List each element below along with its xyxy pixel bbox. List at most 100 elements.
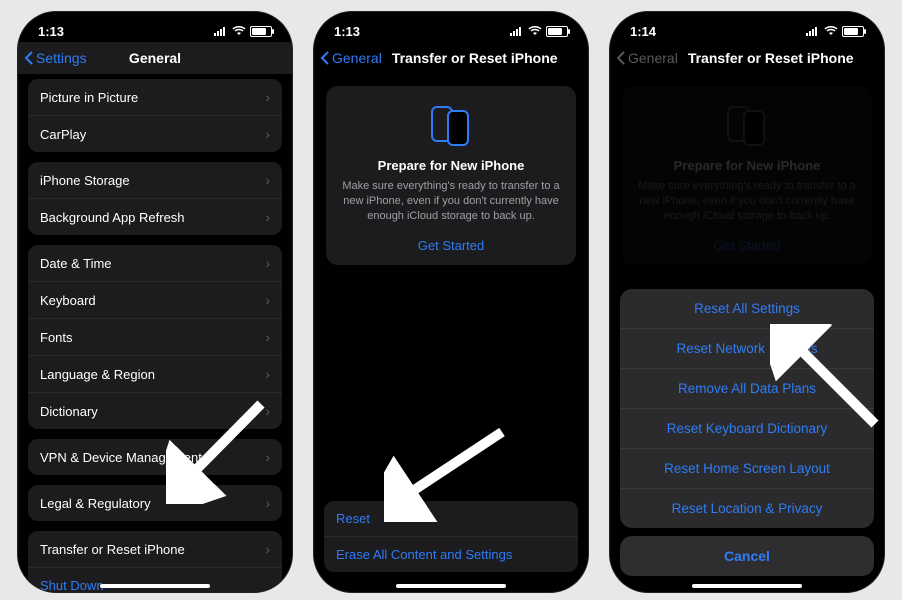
chevron-right-icon: › bbox=[265, 172, 270, 188]
phones-icon bbox=[723, 104, 771, 148]
chevron-right-icon: › bbox=[265, 255, 270, 271]
battery-icon bbox=[546, 26, 568, 37]
signal-icon bbox=[510, 26, 524, 36]
prepare-card: Prepare for New iPhone Make sure everyth… bbox=[622, 86, 872, 265]
row-label: Date & Time bbox=[40, 256, 112, 271]
row-fonts[interactable]: Fonts › bbox=[28, 318, 282, 355]
row-transfer-reset[interactable]: Transfer or Reset iPhone› bbox=[28, 531, 282, 567]
card-text: Make sure everything's ready to transfer… bbox=[340, 179, 562, 224]
back-button[interactable]: Settings bbox=[24, 50, 87, 66]
content: Picture in Picture › CarPlay › iPhone Stor… bbox=[18, 75, 292, 592]
battery-icon bbox=[250, 26, 272, 37]
status-bar: 1:13 bbox=[18, 20, 292, 42]
content: Prepare for New iPhone Make sure everyth… bbox=[610, 74, 884, 592]
content: Prepare for New iPhone Make sure everyth… bbox=[314, 74, 588, 592]
wifi-icon bbox=[528, 26, 542, 36]
row-label: Keyboard bbox=[40, 293, 96, 308]
phones-icon bbox=[427, 104, 475, 148]
row-label: Legal & Regulatory bbox=[40, 496, 151, 511]
status-icons bbox=[214, 26, 272, 37]
signal-icon bbox=[214, 26, 228, 36]
row-background-refresh[interactable]: Background App Refresh › bbox=[28, 198, 282, 235]
screen-general: 1:13 Settings General Picture in Picture… bbox=[18, 12, 292, 592]
back-label: General bbox=[628, 50, 678, 66]
status-bar: 1:14 bbox=[610, 20, 884, 42]
chevron-right-icon: › bbox=[265, 495, 270, 511]
row-legal[interactable]: Legal & Regulatory › bbox=[28, 485, 282, 521]
row-picture-in-picture[interactable]: Picture in Picture › bbox=[28, 79, 282, 115]
chevron-right-icon: › bbox=[265, 541, 270, 557]
settings-group: VPN & Device Management› bbox=[28, 439, 282, 475]
row-dictionary[interactable]: Dictionary› bbox=[28, 392, 282, 429]
chevron-right-icon: › bbox=[265, 126, 270, 142]
sheet-options: Reset All Settings Reset Network Setting… bbox=[620, 289, 874, 528]
action-sheet: Reset All Settings Reset Network Setting… bbox=[620, 289, 874, 576]
signal-icon bbox=[806, 26, 820, 36]
chevron-right-icon: › bbox=[265, 329, 270, 345]
row-label: iPhone Storage bbox=[40, 173, 130, 188]
screen-transfer-reset: 1:13 General Transfer or Reset iPhone Pr… bbox=[314, 12, 588, 592]
back-label: Settings bbox=[36, 50, 87, 66]
status-bar: 1:13 bbox=[314, 20, 588, 42]
cancel-button[interactable]: Cancel bbox=[620, 536, 874, 576]
row-label: Language & Region bbox=[40, 367, 155, 382]
status-time: 1:13 bbox=[334, 24, 360, 39]
row-carplay[interactable]: CarPlay › bbox=[28, 115, 282, 152]
back-label: General bbox=[332, 50, 382, 66]
chevron-right-icon: › bbox=[265, 449, 270, 465]
row-date-time[interactable]: Date & Time › bbox=[28, 245, 282, 281]
row-shut-down[interactable]: Shut Down bbox=[28, 567, 282, 592]
status-time: 1:13 bbox=[38, 24, 64, 39]
back-button[interactable]: General bbox=[320, 50, 382, 66]
settings-group: iPhone Storage › Background App Refresh › bbox=[28, 162, 282, 235]
settings-group: Transfer or Reset iPhone› Shut Down bbox=[28, 531, 282, 592]
chevron-right-icon: › bbox=[265, 366, 270, 382]
nav-bar: Settings General bbox=[18, 42, 292, 75]
nav-title: Transfer or Reset iPhone bbox=[688, 50, 854, 66]
opt-remove-data-plans[interactable]: Remove All Data Plans bbox=[620, 368, 874, 408]
row-label: CarPlay bbox=[40, 127, 86, 142]
row-vpn[interactable]: VPN & Device Management› bbox=[28, 439, 282, 475]
chevron-right-icon: › bbox=[265, 403, 270, 419]
row-label: Background App Refresh bbox=[40, 210, 185, 225]
row-label: Fonts bbox=[40, 330, 73, 345]
row-label: Shut Down bbox=[40, 578, 104, 592]
row-reset[interactable]: Reset bbox=[324, 501, 578, 536]
settings-group: Date & Time› Keyboard› Fonts› Language &… bbox=[28, 245, 282, 429]
bottom-actions: Reset Erase All Content and Settings bbox=[324, 501, 578, 572]
battery-icon bbox=[842, 26, 864, 37]
chevron-left-icon bbox=[24, 51, 34, 65]
nav-bar: General Transfer or Reset iPhone bbox=[610, 42, 884, 74]
row-erase-all[interactable]: Erase All Content and Settings bbox=[324, 536, 578, 572]
opt-reset-home-layout[interactable]: Reset Home Screen Layout bbox=[620, 448, 874, 488]
status-time: 1:14 bbox=[630, 24, 656, 39]
prepare-card: Prepare for New iPhone Make sure everyth… bbox=[326, 86, 576, 265]
back-button: General bbox=[616, 50, 678, 66]
dimmed-background: Prepare for New iPhone Make sure everyth… bbox=[610, 86, 884, 265]
card-title: Prepare for New iPhone bbox=[636, 158, 858, 173]
status-icons bbox=[510, 26, 568, 37]
screen-reset-sheet: 1:14 General Transfer or Reset iPhone Pr… bbox=[610, 12, 884, 592]
nav-title: Transfer or Reset iPhone bbox=[392, 50, 558, 66]
row-label: Reset bbox=[336, 511, 370, 526]
home-indicator bbox=[100, 584, 210, 588]
settings-group: Picture in Picture › CarPlay › bbox=[28, 79, 282, 152]
opt-reset-all-settings[interactable]: Reset All Settings bbox=[620, 289, 874, 328]
get-started-link[interactable]: Get Started bbox=[340, 238, 562, 253]
chevron-right-icon: › bbox=[265, 209, 270, 225]
row-iphone-storage[interactable]: iPhone Storage › bbox=[28, 162, 282, 198]
opt-reset-network[interactable]: Reset Network Settings bbox=[620, 328, 874, 368]
row-label: Erase All Content and Settings bbox=[336, 547, 512, 562]
opt-reset-location-privacy[interactable]: Reset Location & Privacy bbox=[620, 488, 874, 528]
opt-reset-keyboard-dict[interactable]: Reset Keyboard Dictionary bbox=[620, 408, 874, 448]
chevron-right-icon: › bbox=[265, 89, 270, 105]
row-label: Picture in Picture bbox=[40, 90, 138, 105]
status-icons bbox=[806, 26, 864, 37]
row-language-region[interactable]: Language & Region › bbox=[28, 355, 282, 392]
home-indicator bbox=[396, 584, 506, 588]
wifi-icon bbox=[232, 26, 246, 36]
home-indicator bbox=[692, 584, 802, 588]
card-title: Prepare for New iPhone bbox=[340, 158, 562, 173]
row-keyboard[interactable]: Keyboard› bbox=[28, 281, 282, 318]
nav-bar: General Transfer or Reset iPhone bbox=[314, 42, 588, 74]
